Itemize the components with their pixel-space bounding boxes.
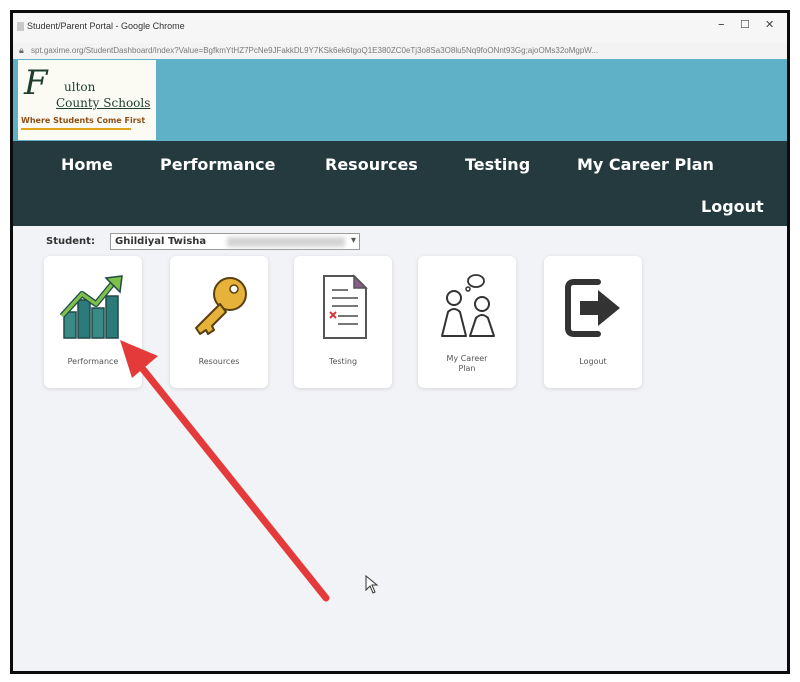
logo-tagline: Where Students Come First [21, 116, 146, 125]
nav-resources[interactable]: Resources [325, 155, 418, 174]
logo-letter: F [24, 63, 48, 103]
people-icon [441, 274, 495, 337]
tile-performance[interactable]: Performance [44, 256, 142, 388]
student-select-value: Ghildiyal Twisha [115, 236, 207, 247]
browser-window: Student/Parent Portal - Google Chrome – … [10, 10, 790, 674]
tile-my-career-plan[interactable]: My Career Plan [418, 256, 516, 388]
tile-career-label: My Career Plan [446, 354, 488, 373]
app-icon [17, 22, 24, 31]
tile-testing-label: Testing [328, 357, 358, 366]
key-icon [195, 277, 247, 335]
tile-testing[interactable]: Testing [294, 256, 392, 388]
logo-line2: County Schools [56, 96, 151, 110]
nav-testing[interactable]: Testing [465, 155, 530, 174]
address-bar[interactable]: 🔒︎ spt.gaxime.org/StudentDashboard/Index… [13, 43, 787, 60]
lock-icon: 🔒︎ [19, 46, 24, 56]
performance-chart-icon [59, 275, 123, 339]
tile-logout[interactable]: Logout [544, 256, 642, 388]
school-logo[interactable]: F ulton County Schools Where Students Co… [18, 60, 156, 140]
redacted-student-id [227, 237, 345, 247]
close-button[interactable]: ✕ [765, 18, 774, 31]
nav-performance[interactable]: Performance [160, 155, 276, 174]
student-label: Student: [46, 236, 95, 247]
mouse-cursor-icon [365, 575, 379, 594]
main-nav: Home Performance Resources Testing My Ca… [13, 141, 787, 226]
logout-icon [565, 279, 620, 337]
minimize-button[interactable]: – [718, 17, 725, 32]
test-document-icon [323, 274, 368, 339]
nav-logout[interactable]: Logout [701, 197, 764, 216]
url-text[interactable]: spt.gaxime.org/StudentDashboard/Index?Va… [31, 46, 771, 55]
tile-resources[interactable]: Resources [170, 256, 268, 388]
nav-my-career-plan[interactable]: My Career Plan [577, 155, 714, 174]
tile-performance-label: Performance [67, 357, 119, 366]
logo-divider [21, 128, 131, 130]
chevron-down-icon: ▾ [350, 235, 356, 246]
maximize-button[interactable]: ☐ [740, 18, 750, 31]
student-select[interactable]: Ghildiyal Twisha ▾ [110, 233, 360, 250]
logo-line1: ulton [64, 80, 96, 94]
window-title: Student/Parent Portal - Google Chrome [27, 21, 185, 31]
tile-logout-label: Logout [579, 357, 607, 366]
nav-home[interactable]: Home [61, 155, 113, 174]
tile-resources-label: Resources [198, 357, 240, 366]
title-bar: Student/Parent Portal - Google Chrome – … [13, 13, 787, 43]
